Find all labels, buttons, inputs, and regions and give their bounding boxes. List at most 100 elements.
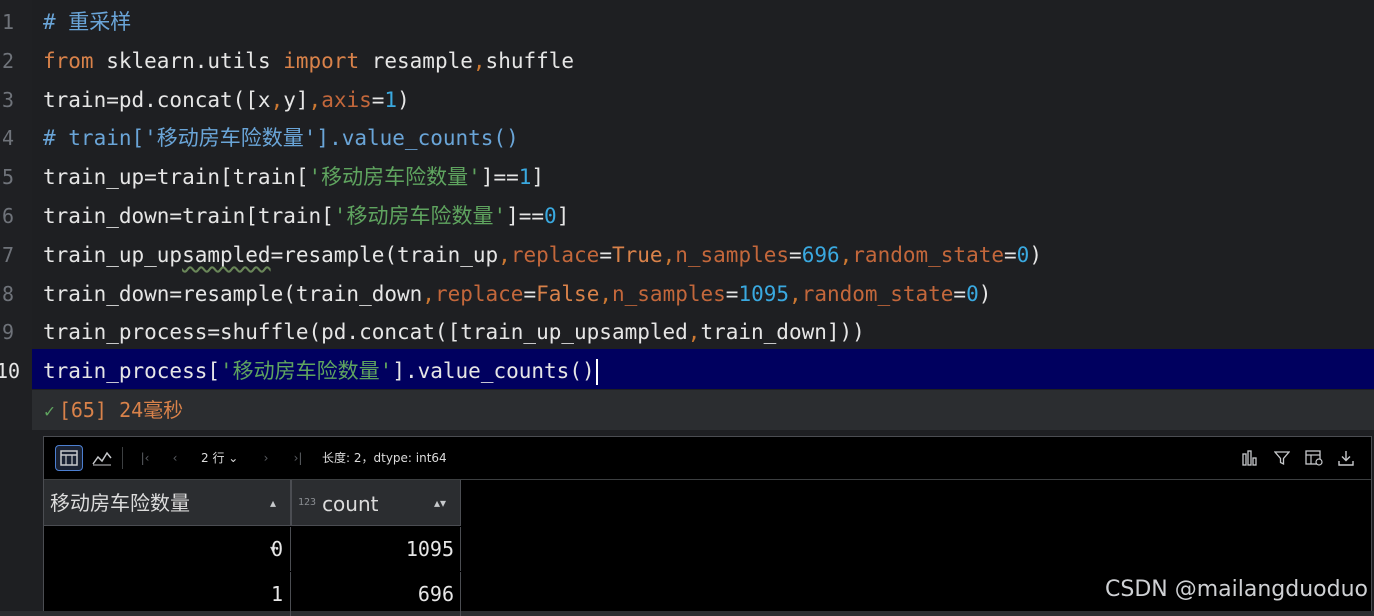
column-header-index[interactable]: 移动房车险数量 ▴ ▾ (44, 480, 291, 556)
table-view-button[interactable] (55, 445, 83, 471)
code-token: ] (531, 165, 545, 190)
chevron-left-icon: ‹ (172, 451, 178, 465)
table-cell-count: 1095 (291, 527, 461, 571)
code-token: 1095 (738, 281, 790, 306)
code-line[interactable]: from sklearn.utils import resample,shuff… (32, 42, 1374, 81)
code-token: = (725, 281, 739, 306)
column-header-label: 移动房车险数量 (50, 491, 190, 515)
column-header-count[interactable]: 123 count ▴▾ (291, 480, 461, 526)
watermark: CSDN @mailangduoduo (1105, 577, 1368, 602)
filter-button[interactable] (1268, 445, 1296, 471)
code-token: ] (556, 204, 570, 228)
chevron-down-icon: ⌄ (228, 451, 239, 465)
code-token: 0 (966, 281, 979, 306)
table-gear-icon (1305, 450, 1323, 466)
code-line[interactable]: train_process=shuffle(pd.concat([train_u… (32, 313, 1374, 352)
last-page-button[interactable]: ›| (284, 445, 312, 471)
code-token: '移动房车险数量' (308, 165, 481, 190)
code-token: = (953, 281, 967, 306)
code-line[interactable]: train=pd.concat([x,y],axis=1) (32, 81, 1374, 120)
table-settings-button[interactable] (1300, 445, 1328, 471)
code-token: sampled (182, 242, 271, 267)
code-token: ]== (480, 165, 519, 190)
code-token: train_process[ (43, 359, 221, 384)
code-token: axis (321, 87, 372, 112)
code-line[interactable]: train_up=train[train['移动房车险数量']==1] (32, 158, 1374, 197)
code-editor[interactable]: # 重采样 from sklearn.utils import resample,… (32, 0, 1374, 390)
code-token: train_down=resample(train_down (43, 281, 423, 306)
numeric-type-icon: 123 (298, 497, 317, 508)
code-line[interactable]: # 重采样 (32, 3, 1374, 42)
chart-view-button[interactable] (88, 445, 116, 471)
table-cell-index: 0 (44, 527, 291, 571)
line-number: 8 (2, 281, 15, 306)
code-token: # 重采样 (43, 10, 132, 34)
table-icon (60, 450, 78, 466)
code-token: , (422, 281, 435, 306)
code-token: # train['移动房车险数量'].value_counts() (43, 126, 519, 151)
code-token: train_down=train[train[ (43, 204, 334, 228)
line-number-gutter: 1 2 3 4 5 6 7 8 9 10 (0, 0, 32, 430)
prev-page-button[interactable]: ‹ (161, 445, 189, 471)
rows-selector[interactable]: 2 行 ⌄ (201, 437, 238, 479)
first-page-icon: |‹ (140, 451, 150, 465)
code-token: train_process=shuffle(pd.concat([train_u… (43, 320, 688, 345)
code-line[interactable]: # train['移动房车险数量'].value_counts() (32, 119, 1374, 158)
next-page-button[interactable]: › (252, 445, 280, 471)
first-page-button[interactable]: |‹ (131, 445, 159, 471)
line-number: 4 (2, 126, 15, 151)
code-line[interactable]: train_up_upsampled=resample(train_up, rep… (32, 236, 1374, 275)
table-cell-count: 696 (291, 572, 461, 616)
code-token: = (371, 87, 385, 112)
code-token: , (789, 281, 802, 306)
code-token: ) (978, 281, 992, 306)
execution-duration: 24毫秒 (119, 398, 184, 422)
code-token: =resample(train_up (270, 242, 499, 267)
code-token: train_up_up (43, 242, 183, 267)
code-token: from (43, 48, 94, 73)
code-token: shuffle (485, 48, 575, 73)
code-token: train_down])) (700, 320, 865, 345)
code-token: , (839, 242, 853, 267)
code-token: , (662, 242, 676, 267)
code-token: = (1004, 242, 1017, 267)
gutter-spacer (0, 430, 32, 611)
code-token: , (472, 48, 486, 73)
line-number: 2 (2, 48, 15, 73)
bar-chart-icon (1242, 450, 1257, 466)
code-token: train_up=train[train[ (43, 165, 309, 190)
code-token: 1 (518, 165, 532, 190)
code-token: 696 (801, 242, 840, 267)
code-token: resample (359, 48, 473, 73)
code-line[interactable]: train_down=train[train['移动房车险数量']==0] (32, 197, 1374, 236)
check-icon: ✓ (44, 401, 55, 422)
download-button[interactable] (1332, 445, 1360, 471)
code-token: ) (1029, 242, 1042, 267)
code-token: 0 (1016, 242, 1030, 267)
code-token: train=pd.concat([x (43, 87, 271, 112)
code-line[interactable]: train_down=resample(train_down,replace=F… (32, 275, 1374, 314)
filter-icon (1274, 451, 1290, 466)
code-token: '移动房车险数量' (333, 204, 507, 228)
code-token: import (283, 48, 360, 73)
code-token: = (789, 242, 802, 267)
code-token: ) (397, 87, 410, 112)
code-line[interactable]: train_process['移动房车险数量'].value_counts() (32, 349, 1374, 390)
line-number: 9 (2, 320, 15, 345)
code-token: False (536, 281, 600, 306)
code-token: 1 (384, 87, 398, 112)
chevron-right-icon: › (263, 451, 269, 465)
code-token: n_samples (612, 281, 726, 306)
code-token: replace (510, 242, 600, 267)
code-token: '移动房车险数量' (220, 359, 393, 384)
line-number: 3 (2, 87, 15, 112)
line-number: 10 (0, 359, 21, 384)
table-cell-index: 1 (44, 572, 291, 616)
chart-settings-button[interactable] (1236, 445, 1264, 471)
code-token: = (523, 281, 537, 306)
last-page-icon: ›| (293, 451, 303, 465)
line-number: 1 (2, 10, 15, 34)
sort-icon[interactable]: ▴▾ (434, 480, 446, 526)
code-token: True (612, 242, 663, 267)
code-token: n_samples (675, 242, 790, 267)
